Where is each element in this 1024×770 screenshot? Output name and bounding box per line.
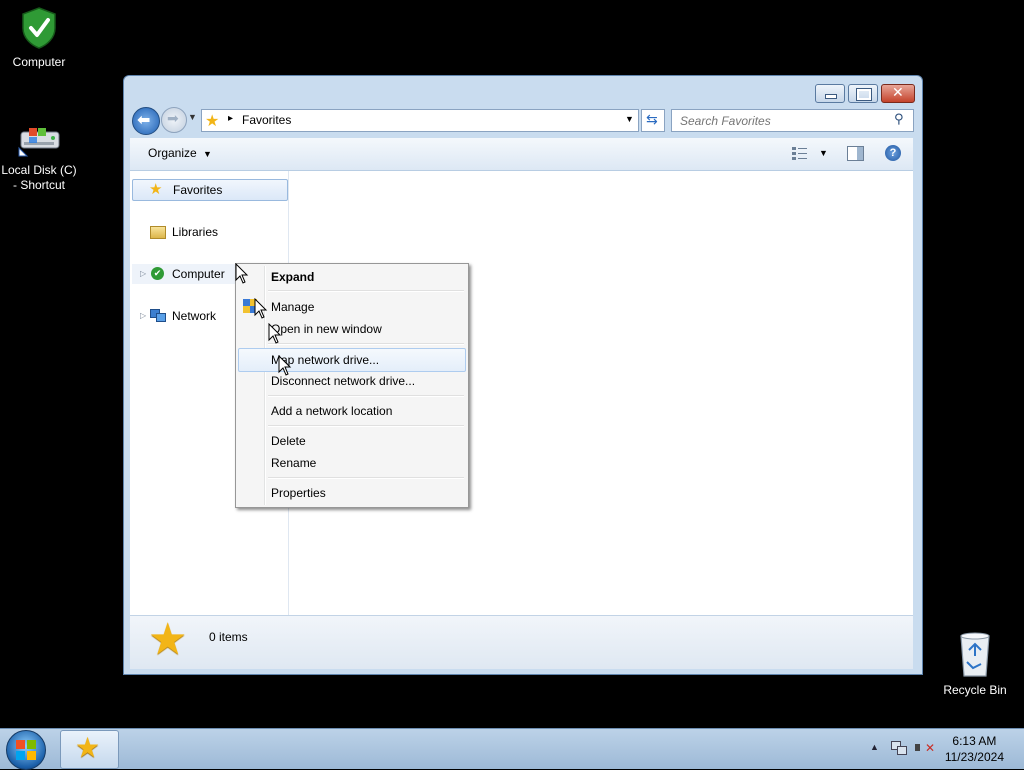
address-bar[interactable]: ★ ▸ Favorites ▼ [201,109,639,132]
star-icon: ★ [148,615,188,664]
libraries-icon [150,226,166,239]
preview-pane-button[interactable] [847,146,864,161]
menu-item-rename[interactable]: Rename [238,452,464,474]
menu-item-map-network-drive[interactable]: Map network drive... [238,348,466,372]
clock-date: 11/23/2024 [944,750,1004,764]
menu-separator [268,395,464,397]
back-button[interactable]: ⬅ [132,107,160,135]
menu-item-add-network-location[interactable]: Add a network location [238,400,464,422]
menu-separator [268,477,464,479]
menu-item-label: Delete [271,434,306,448]
mouse-cursor-icon [268,323,282,344]
address-dropdown-icon[interactable]: ▼ [625,114,634,124]
menu-item-label: Add a network location [271,404,393,418]
show-hidden-icons-button[interactable]: ▲ [870,742,879,752]
breadcrumb-arrow-icon[interactable]: ▸ [228,113,233,124]
menu-item-properties[interactable]: Properties [238,482,464,504]
recycle-bin-icon [960,632,990,677]
start-button[interactable] [6,730,46,770]
minimize-icon [825,94,837,99]
desktop-icon-label-line2: - Shortcut [12,178,66,192]
star-icon: ★ [149,181,163,198]
nav-item-label: Libraries [172,225,219,239]
details-pane: ★ 0 items [130,615,913,669]
refresh-button[interactable]: ⇆ [641,109,665,132]
network-icon [150,309,166,322]
recent-pages-dropdown[interactable]: ▼ [188,112,197,122]
menu-item-label: Manage [271,300,315,314]
arrow-right-icon: ➡ [167,110,179,126]
desktop-icon-local-disk-shortcut[interactable]: Local Disk (C) - Shortcut [0,124,84,193]
menu-item-disconnect-network-drive[interactable]: Disconnect network drive... [238,370,464,392]
menu-item-label: Properties [271,486,326,500]
preview-pane-icon [857,147,863,160]
view-options-dropdown[interactable]: ▼ [819,148,828,158]
star-icon: ★ [205,113,220,130]
hard-drive-icon [18,128,60,157]
desktop-icon-label-line1: Local Disk (C) [1,163,77,177]
network-tray-icon[interactable] [891,741,907,755]
maximize-button[interactable] [848,84,878,103]
shield-check-icon [22,7,56,49]
refresh-icon: ⇆ [646,111,658,127]
breadcrumb-favorites[interactable]: Favorites [242,113,291,127]
view-list-icon [792,147,807,160]
menu-separator [268,343,464,345]
desktop-icon-computer[interactable]: Computer [0,6,84,70]
mouse-cursor-icon [254,298,268,319]
organize-button[interactable]: Organize ▼ [148,146,212,160]
menu-separator [268,290,464,292]
menu-item-manage[interactable]: Manage [238,296,464,318]
nav-item-label: Network [172,309,217,323]
menu-item-label: Disconnect network drive... [271,374,416,388]
close-icon: ✕ [892,84,904,100]
search-box[interactable]: ⚲ [671,109,914,132]
menu-item-delete[interactable]: Delete [238,430,464,452]
item-count: 0 items [209,630,248,644]
desktop-icon-label: Computer [12,55,66,69]
help-icon: ? [889,147,897,159]
nav-item-libraries[interactable]: Libraries [132,222,286,242]
desktop-icon-recycle-bin[interactable]: Recycle Bin [930,630,1020,698]
menu-item-label: Rename [271,456,317,470]
mouse-cursor-icon [235,263,249,284]
star-icon: ★ [75,732,101,763]
forward-button[interactable]: ➡ [161,107,187,133]
search-icon[interactable]: ⚲ [894,111,904,127]
menu-separator [268,425,464,427]
taskbar: ★ ▲ ✕ 6:13 AM 11/23/2024 [0,728,1024,770]
nav-item-label: Computer [172,267,225,281]
close-button[interactable]: ✕ [881,84,915,103]
chevron-down-icon: ▼ [203,149,212,159]
help-button[interactable]: ? [885,145,901,161]
windows-logo-icon [16,740,36,760]
menu-item-label: Open in new window [271,322,382,336]
change-view-button[interactable] [792,146,810,160]
system-clock[interactable]: 6:13 AM 11/23/2024 [945,733,1004,765]
nav-item-favorites[interactable]: ★ Favorites [132,179,288,201]
arrow-left-icon: ⬅ [137,112,151,129]
context-menu: Expand Manage Open in new window Map net… [235,263,469,508]
menu-item-label: Expand [271,270,315,284]
clock-time: 6:13 AM [952,734,997,748]
menu-item-expand[interactable]: Expand [238,266,464,288]
desktop-icon-label: Recycle Bin [943,683,1007,697]
mouse-cursor-icon [278,355,292,376]
nav-item-label: Favorites [173,183,223,197]
expand-arrow-icon[interactable]: ▷ [140,306,146,326]
expand-arrow-icon[interactable]: ▷ [140,264,146,284]
maximize-icon [856,88,872,101]
command-bar: Organize ▼ ▼ ? [130,138,913,171]
volume-muted-icon[interactable]: ✕ [915,740,935,756]
minimize-button[interactable] [815,84,845,103]
organize-label: Organize [148,146,197,160]
taskbar-button-favorites[interactable]: ★ [60,730,119,769]
search-input[interactable] [678,110,882,131]
computer-icon: ✔ [151,267,164,280]
